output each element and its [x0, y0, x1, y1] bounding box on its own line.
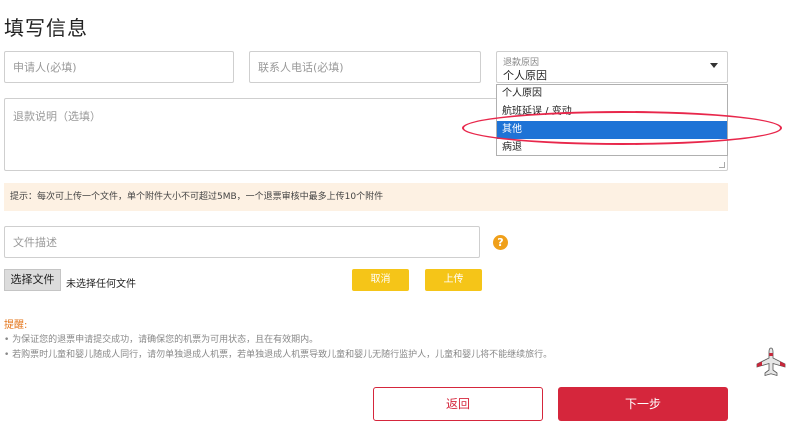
choose-file-button[interactable]: 选择文件: [4, 269, 61, 291]
back-button[interactable]: 返回: [373, 387, 543, 421]
file-description-input[interactable]: [5, 227, 479, 257]
phone-input[interactable]: [250, 52, 480, 82]
upload-tip: 提示：每次可上传一个文件，单个附件大小不可超过5MB，一个退票审核中最多上传10…: [4, 183, 728, 211]
reminder-title: 提醒:: [4, 320, 28, 331]
question-circle-icon[interactable]: ?: [493, 235, 508, 250]
chevron-down-icon[interactable]: [710, 63, 718, 68]
applicant-field[interactable]: [4, 51, 234, 83]
applicant-input[interactable]: [5, 52, 233, 82]
resize-handle[interactable]: [719, 162, 725, 168]
reason-option-personal[interactable]: 个人原因: [497, 85, 727, 103]
refund-reason-select[interactable]: 退款原因 个人原因: [496, 51, 728, 83]
refund-reason-dropdown: 个人原因 航班延误 / 变动 其他 病退: [496, 84, 728, 156]
reason-option-illness[interactable]: 病退: [497, 139, 727, 157]
upload-button[interactable]: 上传: [425, 269, 482, 291]
reminder-line: • 若购票时儿童和婴儿随成人同行，请勿单独退成人机票，若单独退成人机票导致儿童和…: [4, 350, 553, 360]
page-title: 填写信息: [4, 16, 88, 40]
reminder-line: • 为保证您的退票申请提交成功，请确保您的机票为可用状态，且在有效期内。: [4, 335, 319, 345]
no-file-chosen-text: 未选择任何文件: [66, 279, 136, 290]
reason-option-other[interactable]: 其他: [497, 121, 727, 139]
next-step-button[interactable]: 下一步: [558, 387, 728, 421]
refund-reason-value: 个人原因: [503, 69, 547, 82]
file-description-field[interactable]: [4, 226, 480, 258]
reason-option-flight-delay[interactable]: 航班延误 / 变动: [497, 103, 727, 121]
airplane-icon[interactable]: [754, 345, 788, 379]
cancel-upload-button[interactable]: 取消: [352, 269, 409, 291]
phone-field[interactable]: [249, 51, 481, 83]
